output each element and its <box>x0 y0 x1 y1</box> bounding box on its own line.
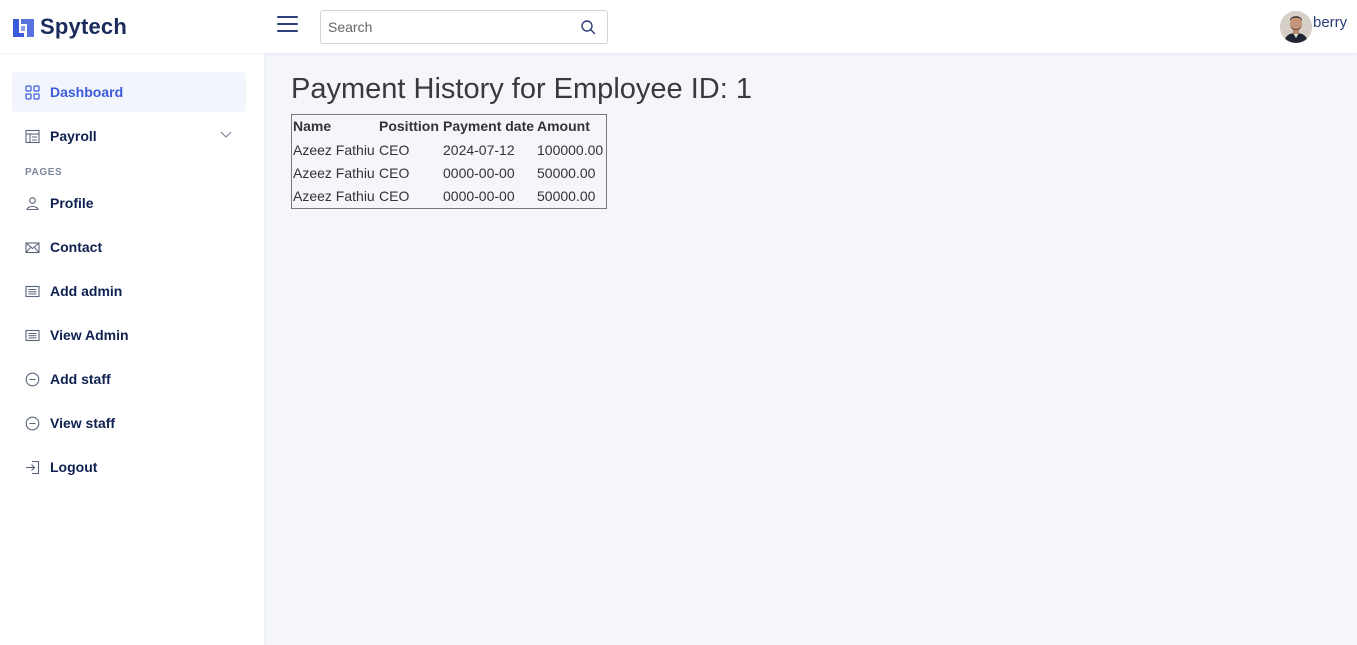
sidebar: Dashboard Payroll PAGES Profile Contact <box>0 53 264 645</box>
brand-logo-icon <box>13 18 34 37</box>
table-row: Azeez Fathiu CEO 0000-00-00 50000.00 <box>292 162 606 185</box>
table-icon <box>25 129 40 143</box>
search-input[interactable] <box>321 11 561 43</box>
top-bar: Spytech berry <box>0 0 1357 53</box>
cell-payment-date: 0000-00-00 <box>443 165 515 181</box>
search-box <box>320 10 608 44</box>
column-header-amount: Amount <box>537 118 590 134</box>
hamburger-icon-line <box>277 30 298 32</box>
column-header-payment-date: Payment date <box>443 118 535 134</box>
sidebar-item-profile[interactable]: Profile <box>12 183 246 223</box>
brand[interactable]: Spytech <box>12 14 127 40</box>
sidebar-item-logout[interactable]: Logout <box>12 447 246 487</box>
list-icon <box>25 329 40 341</box>
column-header-name: Name <box>293 118 332 134</box>
sidebar-item-label: Logout <box>50 459 98 475</box>
sidebar-item-view-admin[interactable]: View Admin <box>12 315 246 355</box>
sidebar-item-label: Add staff <box>50 371 111 387</box>
cell-amount: 100000.00 <box>537 142 604 158</box>
search-icon[interactable] <box>580 19 596 35</box>
sidebar-item-label: View staff <box>50 415 116 431</box>
cell-position: CEO <box>379 188 410 204</box>
hamburger-icon-line <box>277 23 298 25</box>
table-row: Azeez Fathiu CEO 2024-07-12 100000.00 <box>292 138 606 162</box>
sidebar-item-payroll[interactable]: Payroll <box>12 116 246 156</box>
sidebar-item-view-staff[interactable]: View staff <box>12 403 246 443</box>
cell-payment-date: 0000-00-00 <box>443 188 515 204</box>
sidebar-item-label: Contact <box>50 239 103 255</box>
sidebar-item-add-staff[interactable]: Add staff <box>12 359 246 399</box>
cell-name: Azeez Fathiu <box>293 165 375 181</box>
sidebar-item-contact[interactable]: Contact <box>12 227 246 267</box>
sidebar-item-add-admin[interactable]: Add admin <box>12 271 246 311</box>
cell-payment-date: 2024-07-12 <box>443 142 515 158</box>
sidebar-item-dashboard[interactable]: Dashboard <box>12 72 246 112</box>
mail-icon <box>25 241 40 253</box>
sidebar-item-label: Payroll <box>50 128 97 144</box>
cell-name: Azeez Fathiu <box>293 142 375 158</box>
sidebar-item-label: Dashboard <box>50 84 124 100</box>
section-label-pages: PAGES <box>25 167 63 178</box>
logout-icon <box>26 460 40 474</box>
sidebar-item-label: View Admin <box>50 327 129 343</box>
user-name: berry <box>1313 14 1348 31</box>
avatar[interactable] <box>1280 11 1312 43</box>
table-row: Azeez Fathiu CEO 0000-00-00 50000.00 <box>292 185 606 208</box>
hamburger-icon <box>277 16 298 18</box>
sidebar-item-label: Add admin <box>50 283 123 299</box>
column-header-position: Posittion <box>379 118 439 134</box>
grid-icon <box>25 84 40 100</box>
menu-toggle-button[interactable] <box>277 16 298 34</box>
sidebar-item-label: Profile <box>50 195 94 211</box>
list-icon <box>25 285 40 297</box>
user-menu[interactable]: berry <box>1280 11 1347 43</box>
minus-circle-icon <box>25 416 40 430</box>
cell-amount: 50000.00 <box>537 188 596 204</box>
cell-position: CEO <box>379 165 410 181</box>
minus-circle-icon <box>25 372 40 386</box>
table-header-row: Name Posittion Payment date Amount <box>292 115 606 138</box>
page-title: Payment History for Employee ID: 1 <box>291 73 752 105</box>
brand-name: Spytech <box>40 14 127 39</box>
user-icon <box>26 196 39 210</box>
chevron-down-icon[interactable] <box>220 131 232 139</box>
cell-position: CEO <box>379 142 410 158</box>
main-content: Payment History for Employee ID: 1 Name … <box>264 53 1357 645</box>
avatar-photo-icon <box>1280 11 1312 43</box>
payment-history-table: Name Posittion Payment date Amount Azeez… <box>291 114 607 209</box>
cell-amount: 50000.00 <box>537 165 596 181</box>
cell-name: Azeez Fathiu <box>293 188 375 204</box>
